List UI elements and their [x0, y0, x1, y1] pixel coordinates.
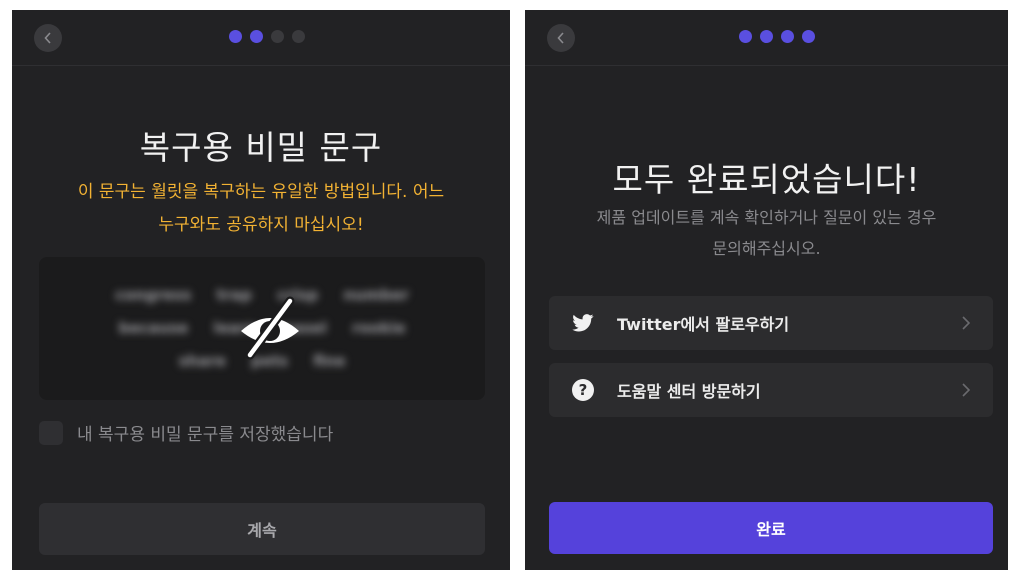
chevron-left-icon [44, 32, 51, 44]
step-dot [229, 30, 242, 43]
step-dot [739, 30, 752, 43]
recovery-phrase-box[interactable]: congress trap crisp number because learn… [39, 257, 485, 400]
phrase-word: rookie [352, 319, 406, 337]
step-dot [271, 30, 284, 43]
step-dot [250, 30, 263, 43]
help-center-button[interactable]: ? 도움말 센터 방문하기 [549, 363, 993, 417]
step-dot [781, 30, 794, 43]
checkbox-label: 내 복구용 비밀 문구를 저장했습니다 [77, 425, 334, 445]
help-icon: ? [571, 378, 595, 402]
help-center-label: 도움말 센터 방문하기 [617, 382, 761, 401]
phrase-word: because [118, 319, 189, 337]
continue-button[interactable]: 계속 [39, 503, 485, 555]
step-dot [760, 30, 773, 43]
twitter-follow-label: Twitter에서 팔로우하기 [617, 315, 790, 334]
chevron-left-icon [557, 32, 564, 44]
twitter-icon [571, 311, 595, 335]
subtitle-line-1: 제품 업데이트를 계속 확인하거나 질문이 있는 경우 [596, 208, 937, 227]
chevron-right-icon [962, 316, 971, 330]
page-title: 복구용 비밀 문구 [139, 128, 383, 167]
warning-line-2: 누구와도 공유하지 마십시오! [158, 215, 364, 235]
recovery-phrase-screen: 복구용 비밀 문구 이 문구는 월릿을 복구하는 유일한 방법입니다. 어느 누… [12, 10, 510, 570]
back-button[interactable] [547, 24, 575, 52]
step-indicator [739, 30, 815, 43]
twitter-follow-button[interactable]: Twitter에서 팔로우하기 [549, 296, 993, 350]
phrase-word: share [178, 352, 226, 370]
completion-screen: 모두 완료되었습니다! 제품 업데이트를 계속 확인하거나 질문이 있는 경우 … [525, 10, 1008, 570]
saved-phrase-checkbox-row[interactable]: 내 복구용 비밀 문구를 저장했습니다 [39, 420, 333, 445]
chevron-right-icon [962, 383, 971, 397]
eye-slash-icon[interactable] [235, 293, 305, 363]
subtitle: 제품 업데이트를 계속 확인하거나 질문이 있는 경우 문의해주십시오. [545, 202, 988, 264]
subtitle-line-2: 문의해주십시오. [712, 239, 821, 258]
phrase-word: number [343, 286, 409, 304]
top-bar [525, 10, 1008, 66]
page-title: 모두 완료되었습니다! [612, 160, 921, 199]
top-bar [12, 10, 510, 66]
done-button[interactable]: 완료 [549, 502, 993, 554]
phrase-word: congress [115, 286, 192, 304]
phrase-word: fine [313, 352, 346, 370]
warning-text: 이 문구는 월릿을 복구하는 유일한 방법입니다. 어느 누구와도 공유하지 마… [32, 176, 490, 242]
back-button[interactable] [34, 24, 62, 52]
step-indicator [229, 30, 305, 43]
saved-phrase-checkbox[interactable] [39, 420, 63, 445]
step-dot [802, 30, 815, 43]
warning-line-1: 이 문구는 월릿을 복구하는 유일한 방법입니다. 어느 [77, 182, 445, 202]
step-dot [292, 30, 305, 43]
